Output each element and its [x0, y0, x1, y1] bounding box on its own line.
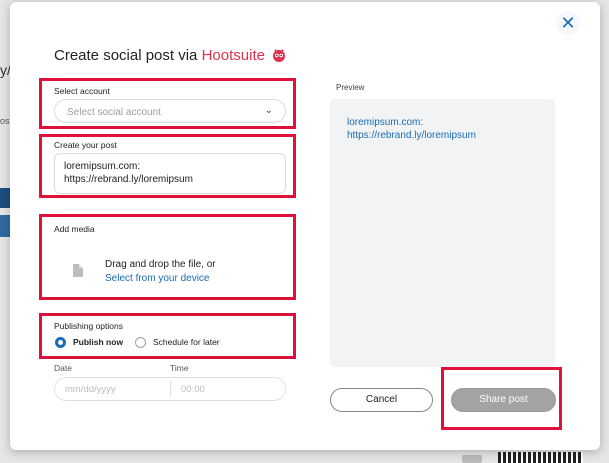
create-post-label: Create your post	[54, 140, 117, 150]
background-text: os	[0, 116, 10, 126]
modal-title: Create social post via Hootsuite	[54, 47, 286, 64]
select-account-placeholder: Select social account	[67, 107, 161, 118]
publishing-options-label: Publishing options	[54, 321, 123, 331]
time-input[interactable]: 00:00	[181, 384, 205, 395]
time-label: Time	[170, 363, 189, 373]
background-block	[0, 188, 10, 208]
post-text-input[interactable]: loremipsum.com: https://rebrand.ly/lorem…	[54, 153, 286, 194]
select-account-dropdown[interactable]: Select social account ⌄	[54, 99, 286, 123]
datetime-divider	[170, 381, 171, 397]
brand-name: Hootsuite	[201, 47, 265, 64]
title-prefix: Create social post via	[54, 47, 202, 64]
publishing-options-highlight	[39, 313, 296, 359]
preview-label: Preview	[336, 83, 365, 92]
background-block	[0, 215, 10, 237]
publish-now-radio[interactable]	[55, 337, 66, 348]
schedule-datetime-field: mm/dd/yyyy 00:00	[54, 377, 286, 401]
post-preview-panel: loremipsum.com: https://rebrand.ly/lorem…	[330, 99, 555, 367]
schedule-later-radio[interactable]	[135, 337, 146, 348]
schedule-later-label[interactable]: Schedule for later	[153, 337, 220, 347]
preview-text: loremipsum.com: https://rebrand.ly/lorem…	[347, 117, 476, 141]
publish-now-label[interactable]: Publish now	[73, 337, 123, 347]
close-button[interactable]: ✕	[556, 11, 580, 35]
chevron-down-icon: ⌄	[264, 105, 273, 116]
file-icon	[73, 264, 83, 277]
select-from-device-link[interactable]: Select from your device	[105, 273, 210, 284]
hootsuite-owl-icon	[273, 49, 286, 62]
date-input[interactable]: mm/dd/yyyy	[65, 384, 116, 395]
drop-instructions: Drag and drop the file, or	[105, 259, 216, 270]
date-label: Date	[54, 363, 72, 373]
share-post-button[interactable]: Share post	[451, 388, 556, 412]
close-icon: ✕	[560, 13, 576, 33]
add-media-label: Add media	[54, 224, 95, 234]
background-qr-code	[498, 452, 583, 463]
cancel-button[interactable]: Cancel	[330, 388, 433, 412]
select-account-label: Select account	[54, 86, 110, 96]
create-post-modal: ✕ Create social post via Hootsuite Selec…	[10, 2, 600, 450]
background-element	[462, 455, 482, 463]
